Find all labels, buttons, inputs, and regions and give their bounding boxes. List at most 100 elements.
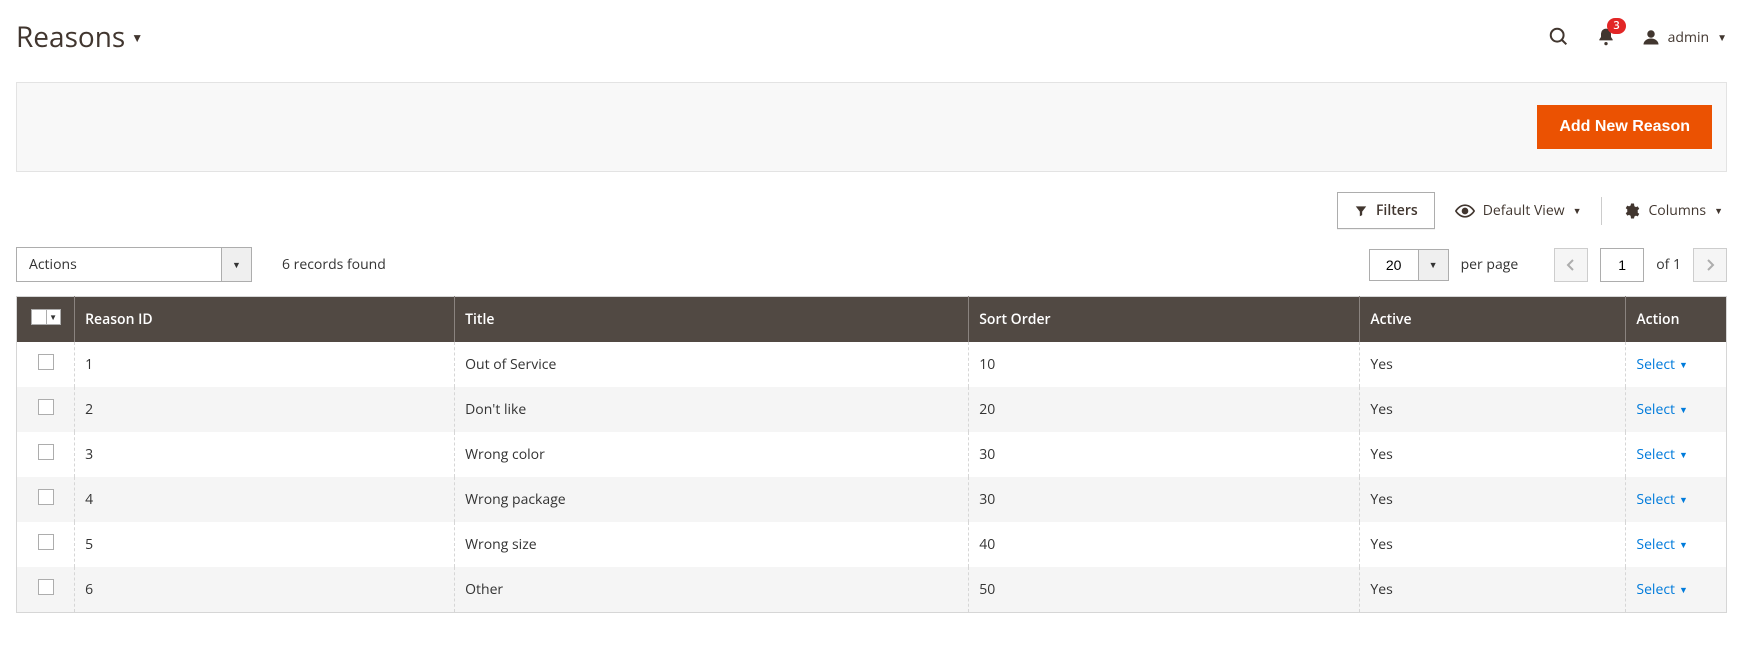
cell-sort-order: 40 <box>969 522 1360 567</box>
page-actions-bar: Add New Reason <box>16 82 1727 172</box>
header-reason-id[interactable]: Reason ID <box>75 297 455 343</box>
page-title-text: Reasons <box>16 18 125 56</box>
admin-username: admin <box>1668 28 1709 47</box>
notifications-badge: 3 <box>1607 18 1625 34</box>
page-size-input[interactable] <box>1369 249 1419 281</box>
cell-sort-order: 20 <box>969 387 1360 432</box>
chevron-down-icon <box>1679 583 1688 596</box>
row-checkbox[interactable] <box>38 579 54 595</box>
funnel-icon <box>1354 204 1368 218</box>
header-select-all[interactable] <box>17 297 75 343</box>
chevron-down-icon <box>1573 204 1582 217</box>
cell-title: Other <box>455 567 969 613</box>
cell-sort-order: 30 <box>969 477 1360 522</box>
cell-title: Wrong package <box>455 477 969 522</box>
chevron-down-icon <box>49 312 57 323</box>
filters-label: Filters <box>1376 201 1418 220</box>
select-all-checkbox[interactable] <box>31 309 47 325</box>
table-row[interactable]: 3Wrong color30Yes Select <box>17 432 1727 477</box>
columns-button[interactable]: Columns <box>1618 193 1727 228</box>
table-header-row: Reason ID Title Sort Order Active Action <box>17 297 1727 343</box>
chevron-down-icon <box>1679 448 1688 461</box>
of-pages: of 1 <box>1656 255 1681 274</box>
grid-toolbar-top: Filters Default View Columns <box>16 172 1727 229</box>
row-action-select[interactable]: Select <box>1636 400 1688 419</box>
cell-reason-id: 2 <box>75 387 455 432</box>
add-new-reason-button[interactable]: Add New Reason <box>1537 105 1712 149</box>
row-action-select[interactable]: Select <box>1636 490 1688 509</box>
row-checkbox[interactable] <box>38 489 54 505</box>
chevron-down-icon <box>1714 204 1723 217</box>
select-all-dropdown[interactable] <box>47 309 61 325</box>
cell-title: Wrong color <box>455 432 969 477</box>
row-checkbox[interactable] <box>38 354 54 370</box>
separator <box>1601 197 1602 225</box>
table-row[interactable]: 1Out of Service10Yes Select <box>17 342 1727 387</box>
header-title[interactable]: Title <box>455 297 969 343</box>
gear-icon <box>1622 202 1640 220</box>
mass-actions-label: Actions <box>16 247 222 282</box>
mass-actions-select[interactable]: Actions <box>16 247 252 282</box>
search-icon <box>1548 26 1570 48</box>
row-action-select[interactable]: Select <box>1636 535 1688 554</box>
row-action-select[interactable]: Select <box>1636 580 1688 599</box>
view-switcher[interactable]: Default View <box>1451 193 1586 228</box>
cell-title: Wrong size <box>455 522 969 567</box>
table-row[interactable]: 6Other50Yes Select <box>17 567 1727 613</box>
next-page-button[interactable] <box>1693 248 1727 282</box>
search-button[interactable] <box>1548 26 1570 48</box>
chevron-down-icon <box>1679 538 1688 551</box>
row-checkbox[interactable] <box>38 444 54 460</box>
chevron-down-icon <box>1679 493 1688 506</box>
filters-button[interactable]: Filters <box>1337 192 1435 229</box>
view-label: Default View <box>1483 201 1565 220</box>
cell-active: Yes <box>1360 432 1626 477</box>
chevron-down-icon <box>1679 403 1688 416</box>
table-row[interactable]: 4Wrong package30Yes Select <box>17 477 1727 522</box>
cell-active: Yes <box>1360 477 1626 522</box>
pager: per page of 1 <box>1369 248 1727 282</box>
chevron-left-icon <box>1566 258 1576 272</box>
cell-title: Don't like <box>455 387 969 432</box>
cell-title: Out of Service <box>455 342 969 387</box>
prev-page-button[interactable] <box>1554 248 1588 282</box>
page-title-dropdown[interactable]: Reasons <box>16 18 143 56</box>
table-row[interactable]: 2Don't like20Yes Select <box>17 387 1727 432</box>
table-row[interactable]: 5Wrong size40YesSelect <box>17 522 1727 567</box>
page-size-select[interactable] <box>1369 249 1449 281</box>
row-action-select[interactable]: Select <box>1636 445 1688 464</box>
chevron-down-icon <box>1717 30 1727 44</box>
top-bar: Reasons 3 admin <box>16 0 1727 82</box>
chevron-down-icon <box>1679 358 1688 371</box>
cell-reason-id: 6 <box>75 567 455 613</box>
header-sort-order[interactable]: Sort Order <box>969 297 1360 343</box>
cell-active: Yes <box>1360 387 1626 432</box>
per-page-label: per page <box>1461 255 1519 274</box>
chevron-down-icon <box>131 29 143 46</box>
notifications-button[interactable]: 3 <box>1596 26 1616 48</box>
row-checkbox[interactable] <box>38 534 54 550</box>
admin-account-menu[interactable]: admin <box>1642 28 1727 47</box>
user-icon <box>1642 28 1660 46</box>
cell-reason-id: 1 <box>75 342 455 387</box>
page-size-toggle[interactable] <box>1419 249 1449 281</box>
records-count: 6 records found <box>282 255 386 274</box>
row-checkbox[interactable] <box>38 399 54 415</box>
cell-active: Yes <box>1360 567 1626 613</box>
grid-toolbar-mid: Actions 6 records found per page of 1 <box>16 229 1727 296</box>
cell-active: Yes <box>1360 342 1626 387</box>
cell-sort-order: 50 <box>969 567 1360 613</box>
current-page-input[interactable] <box>1600 248 1644 282</box>
cell-reason-id: 4 <box>75 477 455 522</box>
cell-active: Yes <box>1360 522 1626 567</box>
cell-sort-order: 10 <box>969 342 1360 387</box>
header-action: Action <box>1626 297 1727 343</box>
eye-icon <box>1455 204 1475 218</box>
columns-label: Columns <box>1648 201 1706 220</box>
cell-sort-order: 30 <box>969 432 1360 477</box>
mass-actions-toggle[interactable] <box>222 247 252 282</box>
reasons-table: Reason ID Title Sort Order Active Action… <box>16 296 1727 613</box>
row-action-select[interactable]: Select <box>1636 355 1688 374</box>
header-active[interactable]: Active <box>1360 297 1626 343</box>
cell-reason-id: 3 <box>75 432 455 477</box>
